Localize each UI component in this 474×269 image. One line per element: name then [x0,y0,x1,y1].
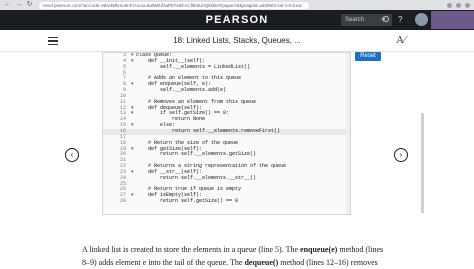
code-line[interactable]: 28 return self.getSize() == 0 [103,198,348,205]
code-text: return self.__elements.removeFirst() [136,127,281,134]
reset-button[interactable]: Reset [355,52,381,61]
chevron-left-icon: ‹ [70,150,74,159]
avatar[interactable] [415,13,428,26]
back-icon[interactable]: ← [4,0,11,10]
next-page-button[interactable]: › [394,148,408,162]
code-text: self.__elements = LinkedList() [136,63,251,70]
method-name: enqueue(e) [300,245,338,254]
body-text: method (lines [337,245,384,254]
browser-toolbar: ← → ↻ revel.pearson.com/?acCode=Nbv4Mkmu… [0,0,474,10]
reload-icon[interactable]: ↻ [26,0,33,10]
code-text: return self.getSize() == 0 [136,198,239,205]
code-text: return self.__elements.getSize() [136,151,257,158]
search-placeholder: Search [345,17,365,23]
chapter-bar: 18: Linked Lists, Stacks, Queues, ... A∕ [0,30,474,52]
help-icon[interactable]: ? [398,15,402,25]
editor-scrollbar[interactable] [346,53,350,214]
brand-logo: PEARSON [205,14,269,26]
address-bar[interactable]: revel.pearson.com/?acCode=Nbv4Mkmu9nFzcn… [39,1,309,9]
code-editor[interactable]: 3 ▾ class Queue: 4 ▾ def __init__(self): 5 se… [102,52,351,215]
chevron-right-icon: › [399,150,403,159]
text-size-icon[interactable]: A∕ [396,34,406,46]
body-line-2: 8–9) adds element e into the tail of the… [82,256,392,269]
extension-icon[interactable] [456,2,461,8]
code-lines[interactable]: 3 ▾ class Queue: 4 ▾ def __init__(self): 5 se… [103,53,348,205]
code-text: self.__elements.add(e) [136,87,227,94]
body-line-1: A linked list is created to store the el… [82,243,392,256]
forward-icon[interactable]: → [15,0,22,10]
body-paragraph: A linked list is created to store the el… [82,243,392,269]
body-text: A linked list is created to store the el… [82,245,301,254]
page-scrollbar[interactable] [421,113,424,213]
line-number: 28 [119,198,126,205]
sparkle-icon[interactable]: ✧ [380,15,387,25]
extension-icon[interactable] [447,2,452,8]
app-header: PEARSON Search ✧ ? [0,10,474,30]
previous-page-button[interactable]: ‹ [65,148,79,162]
webcam-overlay [431,11,474,29]
code-text: return self.__elements.__str__() [136,174,257,181]
profile-icon[interactable] [465,2,470,8]
